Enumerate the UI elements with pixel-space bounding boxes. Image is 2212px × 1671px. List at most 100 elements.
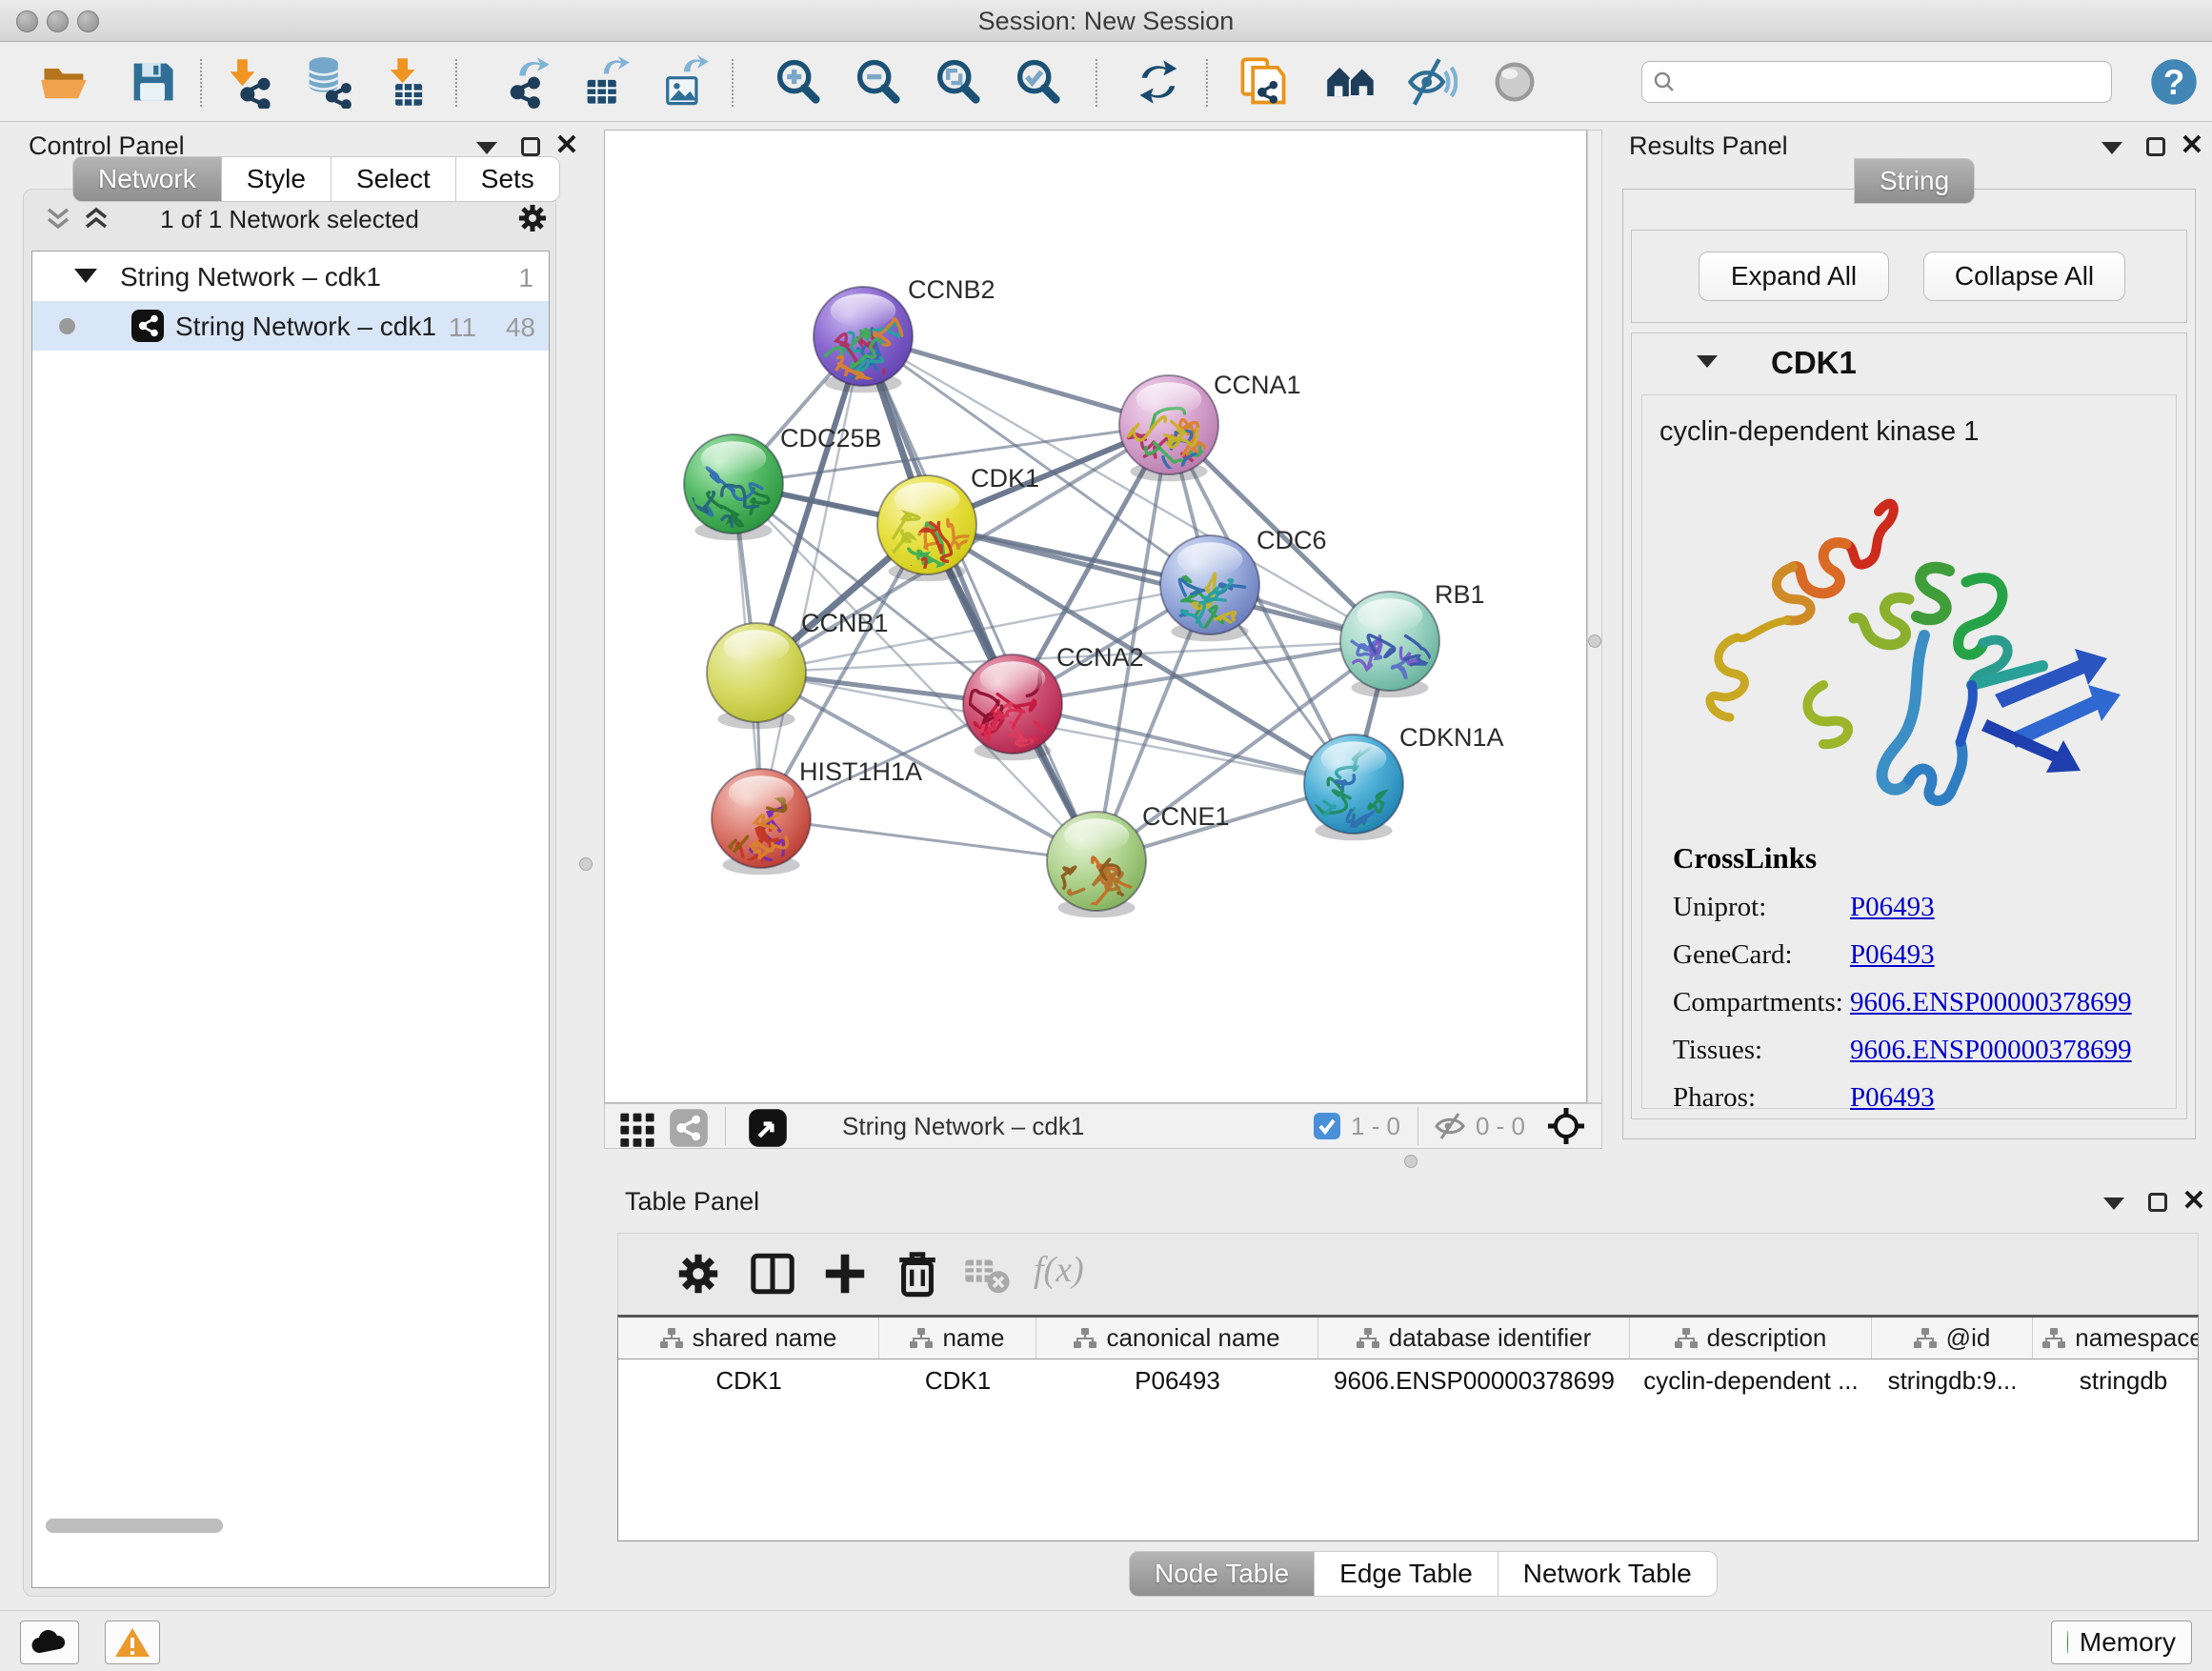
results-panel-menu-button[interactable]: [2096, 135, 2128, 164]
gear-icon[interactable]: [515, 201, 548, 230]
column-header-description[interactable]: description: [1630, 1318, 1872, 1359]
column-header-id[interactable]: @id: [1872, 1318, 2033, 1359]
show-columns-icon[interactable]: [748, 1249, 797, 1299]
crosslink-link[interactable]: 9606.ENSP00000378699: [1850, 987, 2132, 1017]
table-panel-menu-button[interactable]: [2098, 1191, 2130, 1219]
section-collapse-triangle[interactable]: [1691, 349, 1723, 377]
tab-select[interactable]: Select: [332, 156, 456, 202]
show-graphics-details-button[interactable]: [1488, 55, 1541, 109]
tab-network-table[interactable]: Network Table: [1498, 1551, 1718, 1597]
table-cell[interactable]: 9606.ENSP00000378699: [1318, 1359, 1630, 1401]
results-panel-splitter[interactable]: [1587, 130, 1602, 1103]
crosslink-link[interactable]: 9606.ENSP00000378699: [1850, 1035, 2132, 1065]
crosslink-link[interactable]: P06493: [1850, 939, 1935, 970]
table-cell[interactable]: CDK1: [879, 1359, 1036, 1401]
table-cell[interactable]: stringdb: [2033, 1359, 2199, 1401]
crosslink-link[interactable]: P06493: [1850, 1082, 1935, 1113]
hidden-eye-slash-icon[interactable]: [1434, 1112, 1466, 1140]
node-table[interactable]: shared namenamecanonical namedatabase id…: [617, 1315, 2199, 1541]
open-session-button[interactable]: [38, 55, 91, 109]
tab-node-table[interactable]: Node Table: [1129, 1551, 1315, 1597]
table-cell[interactable]: CDK1: [618, 1359, 879, 1401]
column-header-name[interactable]: name: [879, 1318, 1036, 1359]
network-node-hist1h1a[interactable]: HIST1H1A: [693, 757, 922, 886]
import-network-file-button[interactable]: [223, 55, 276, 109]
tab-sets[interactable]: Sets: [456, 156, 560, 202]
export-table-button[interactable]: [579, 55, 633, 109]
memory-button[interactable]: Memory: [2051, 1621, 2192, 1664]
collapse-all-button[interactable]: Collapse All: [1923, 252, 2125, 301]
delete-column-icon[interactable]: [893, 1249, 942, 1299]
table-panel-close-button[interactable]: ✕: [2178, 1187, 2210, 1216]
table-panel-float-button[interactable]: [2142, 1189, 2174, 1218]
column-header-sharedname[interactable]: shared name: [618, 1318, 879, 1359]
scrollbar-thumb[interactable]: [46, 1519, 223, 1533]
splitter-handle-icon[interactable]: [1588, 634, 1601, 648]
cloud-status-button[interactable]: [20, 1621, 79, 1664]
network-edge[interactable]: [1013, 704, 1354, 784]
network-node-rb1[interactable]: RB1: [1340, 580, 1485, 697]
section-title: CDK1: [1771, 345, 1857, 381]
add-column-icon[interactable]: [820, 1249, 870, 1299]
warning-status-button[interactable]: [105, 1621, 160, 1664]
network-node-ccnb1[interactable]: CCNB1: [707, 609, 889, 729]
network-edge[interactable]: [761, 336, 863, 818]
expand-all-button[interactable]: Expand All: [1699, 252, 1889, 301]
selected-checkbox-icon[interactable]: [1313, 1112, 1341, 1140]
zoom-in-button[interactable]: [772, 55, 825, 109]
network-share-icon[interactable]: [668, 1107, 710, 1145]
network-canvas[interactable]: CCNB2CCNA1CDC25BCDK1CDC6RB1CCNB1CCNA2CDK…: [604, 130, 1587, 1103]
clone-network-button[interactable]: [1237, 55, 1290, 109]
network-tree-row[interactable]: String Network – cdk11148: [32, 301, 549, 351]
crosshair-icon[interactable]: [1546, 1106, 1586, 1146]
function-builder-icon[interactable]: f(x): [1034, 1249, 1084, 1291]
column-header-namespace[interactable]: namespace: [2033, 1318, 2199, 1359]
zoom-selected-button[interactable]: [1012, 55, 1065, 109]
import-table-button[interactable]: [381, 55, 434, 109]
birds-eye-view-button[interactable]: [747, 1107, 789, 1145]
network-node-ccne1[interactable]: CCNE1: [1047, 802, 1230, 923]
export-network-button[interactable]: [501, 55, 554, 109]
crosslink-link[interactable]: P06493: [1850, 892, 1935, 922]
control-panel-splitter-handle[interactable]: [579, 857, 593, 871]
network-node-cdc25b[interactable]: CDC25B: [680, 424, 881, 555]
network-list-panel: 1 of 1 Network selected String Network –…: [23, 189, 556, 1597]
crosslink-label: Tissues:: [1673, 1035, 1850, 1066]
tree-expand-triangle[interactable]: [74, 269, 97, 283]
table-panel-splitter[interactable]: [577, 1149, 2204, 1174]
save-session-button[interactable]: [126, 55, 179, 109]
zoom-fit-button[interactable]: [932, 55, 985, 109]
close-icon: ✕: [2182, 1185, 2205, 1217]
zoom-out-button[interactable]: [852, 55, 905, 109]
table-cell[interactable]: P06493: [1036, 1359, 1318, 1401]
search-input[interactable]: [1677, 65, 2101, 99]
grid-view-icon[interactable]: [616, 1107, 658, 1145]
help-button[interactable]: ?: [2147, 55, 2201, 109]
column-header-canonicalname[interactable]: canonical name: [1036, 1318, 1318, 1359]
table-cell[interactable]: cyclin-dependent ...: [1630, 1359, 1872, 1401]
tab-edge-table[interactable]: Edge Table: [1315, 1551, 1498, 1597]
column-header-databaseidentifier[interactable]: database identifier: [1318, 1318, 1630, 1359]
hide-selected-button[interactable]: [1404, 55, 1458, 109]
table-cell[interactable]: stringdb:9...: [1872, 1359, 2033, 1401]
export-image-button[interactable]: [657, 55, 711, 109]
table-gear-icon[interactable]: [674, 1249, 723, 1299]
refresh-button[interactable]: [1132, 55, 1185, 109]
results-panel-close-button[interactable]: ✕: [2176, 131, 2208, 160]
import-network-database-button[interactable]: [301, 55, 354, 109]
network-edge[interactable]: [761, 818, 1096, 861]
tab-style[interactable]: Style: [222, 156, 332, 202]
show-all-networks-button[interactable]: [1324, 55, 1377, 109]
table-horizontal-scrollbar[interactable]: [44, 1519, 1618, 1534]
delete-table-icon[interactable]: [961, 1249, 1011, 1299]
search-field[interactable]: [1641, 61, 2112, 103]
network-node-ccna1[interactable]: CCNA1: [1119, 371, 1301, 495]
results-tab-string[interactable]: String: [1854, 158, 1975, 204]
tab-network[interactable]: Network: [72, 156, 222, 202]
cdk1-section-header[interactable]: CDK1: [1632, 333, 2186, 393]
network-tree-row[interactable]: String Network – cdk11: [32, 252, 549, 301]
splitter-handle-icon[interactable]: [1404, 1155, 1418, 1168]
table-row[interactable]: CDK1CDK1P064939606.ENSP00000378699cyclin…: [618, 1359, 2198, 1401]
results-panel-float-button[interactable]: [2140, 133, 2172, 162]
network-node-cdkn1a[interactable]: CDKN1A: [1304, 723, 1504, 846]
